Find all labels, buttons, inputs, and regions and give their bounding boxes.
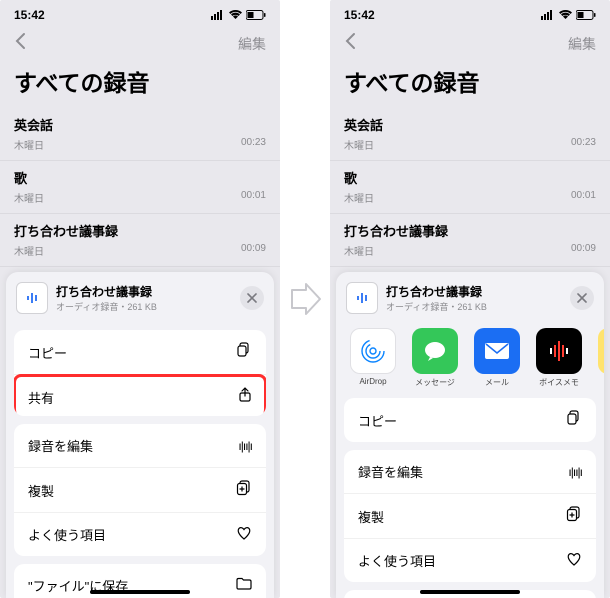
page-title: すべての録音 bbox=[0, 62, 280, 108]
recording-title: 歌 bbox=[14, 168, 266, 187]
recording-row[interactable]: 打ち合わせ議事録 木曜日00:09 bbox=[330, 214, 610, 267]
home-indicator[interactable] bbox=[420, 590, 520, 594]
heart-icon bbox=[236, 526, 252, 544]
menu-copy[interactable]: コピー bbox=[344, 398, 596, 442]
phone-left: 15:42 編集 すべての録音 英会話 木曜日00:23 歌 木曜日00:01 … bbox=[0, 0, 280, 598]
heart-icon bbox=[566, 552, 582, 570]
sheet-thumb-icon bbox=[346, 282, 378, 314]
recording-row[interactable]: 打ち合わせ議事録 木曜日00:09 bbox=[0, 214, 280, 267]
menu-edit-recording[interactable]: 録音を編集 ı|ıı|ı bbox=[14, 424, 266, 468]
nav-row: 編集 bbox=[330, 26, 610, 62]
share-target-row: AirDrop メッセージ メール bbox=[336, 322, 604, 390]
recording-title: 打ち合わせ議事録 bbox=[14, 221, 266, 240]
home-indicator[interactable] bbox=[90, 590, 190, 594]
clock: 15:42 bbox=[14, 8, 45, 22]
recording-row[interactable]: 英会話 木曜日00:23 bbox=[0, 108, 280, 161]
back-button[interactable] bbox=[14, 32, 28, 56]
waveform-icon: ı|ıı|ı bbox=[238, 439, 252, 453]
menu-edit-recording[interactable]: 録音を編集 ı|ıı|ı bbox=[344, 450, 596, 494]
voicememo-icon bbox=[536, 328, 582, 374]
copy-icon bbox=[236, 342, 252, 362]
airdrop-icon bbox=[350, 328, 396, 374]
nav-row: 編集 bbox=[0, 26, 280, 62]
sheet-thumb-icon bbox=[16, 282, 48, 314]
menu-favorite[interactable]: よく使う項目 bbox=[14, 513, 266, 556]
duplicate-icon bbox=[236, 480, 252, 500]
close-button[interactable] bbox=[240, 286, 264, 310]
folder-icon bbox=[236, 577, 252, 594]
sheet-title: 打ち合わせ議事録 bbox=[386, 283, 570, 300]
back-button[interactable] bbox=[344, 32, 358, 56]
sheet-subtitle: オーディオ録音・261 KB bbox=[386, 300, 570, 313]
menu-duplicate[interactable]: 複製 bbox=[344, 494, 596, 539]
notes-icon bbox=[598, 328, 604, 374]
messages-icon bbox=[412, 328, 458, 374]
mail-icon bbox=[474, 328, 520, 374]
recording-row[interactable]: 英会話 木曜日00:23 bbox=[330, 108, 610, 161]
share-more[interactable] bbox=[594, 328, 604, 388]
sheet-subtitle: オーディオ録音・261 KB bbox=[56, 300, 240, 313]
waveform-icon: ı|ıı|ı bbox=[568, 465, 582, 479]
recording-title: 英会話 bbox=[14, 115, 266, 134]
action-sheet: 打ち合わせ議事録 オーディオ録音・261 KB コピー 共有 bbox=[6, 272, 274, 598]
menu-copy[interactable]: コピー bbox=[14, 330, 266, 375]
edit-button[interactable]: 編集 bbox=[568, 34, 596, 54]
share-voicememo[interactable]: ボイスメモ bbox=[532, 328, 586, 388]
sheet-title: 打ち合わせ議事録 bbox=[56, 283, 240, 300]
clock: 15:42 bbox=[344, 8, 375, 22]
share-messages[interactable]: メッセージ bbox=[408, 328, 462, 388]
recording-row[interactable]: 歌 木曜日00:01 bbox=[0, 161, 280, 214]
edit-button[interactable]: 編集 bbox=[238, 34, 266, 54]
duplicate-icon bbox=[566, 506, 582, 526]
share-airdrop[interactable]: AirDrop bbox=[346, 328, 400, 388]
copy-icon bbox=[566, 410, 582, 430]
menu-favorite[interactable]: よく使う項目 bbox=[344, 539, 596, 582]
close-button[interactable] bbox=[570, 286, 594, 310]
share-icon bbox=[238, 387, 252, 407]
page-title: すべての録音 bbox=[330, 62, 610, 108]
share-mail[interactable]: メール bbox=[470, 328, 524, 388]
status-bar: 15:42 bbox=[0, 0, 280, 26]
status-icons bbox=[541, 10, 596, 20]
menu-duplicate[interactable]: 複製 bbox=[14, 468, 266, 513]
menu-share[interactable]: 共有 bbox=[14, 374, 266, 416]
phone-right: 15:42 編集 すべての録音 英会話 木曜日00:23 歌 木曜日00:01 … bbox=[330, 0, 610, 598]
status-bar: 15:42 bbox=[330, 0, 610, 26]
recording-row[interactable]: 歌 木曜日00:01 bbox=[330, 161, 610, 214]
status-icons bbox=[211, 10, 266, 20]
transition-arrow bbox=[280, 0, 330, 598]
share-sheet: 打ち合わせ議事録 オーディオ録音・261 KB AirDrop bbox=[336, 272, 604, 598]
